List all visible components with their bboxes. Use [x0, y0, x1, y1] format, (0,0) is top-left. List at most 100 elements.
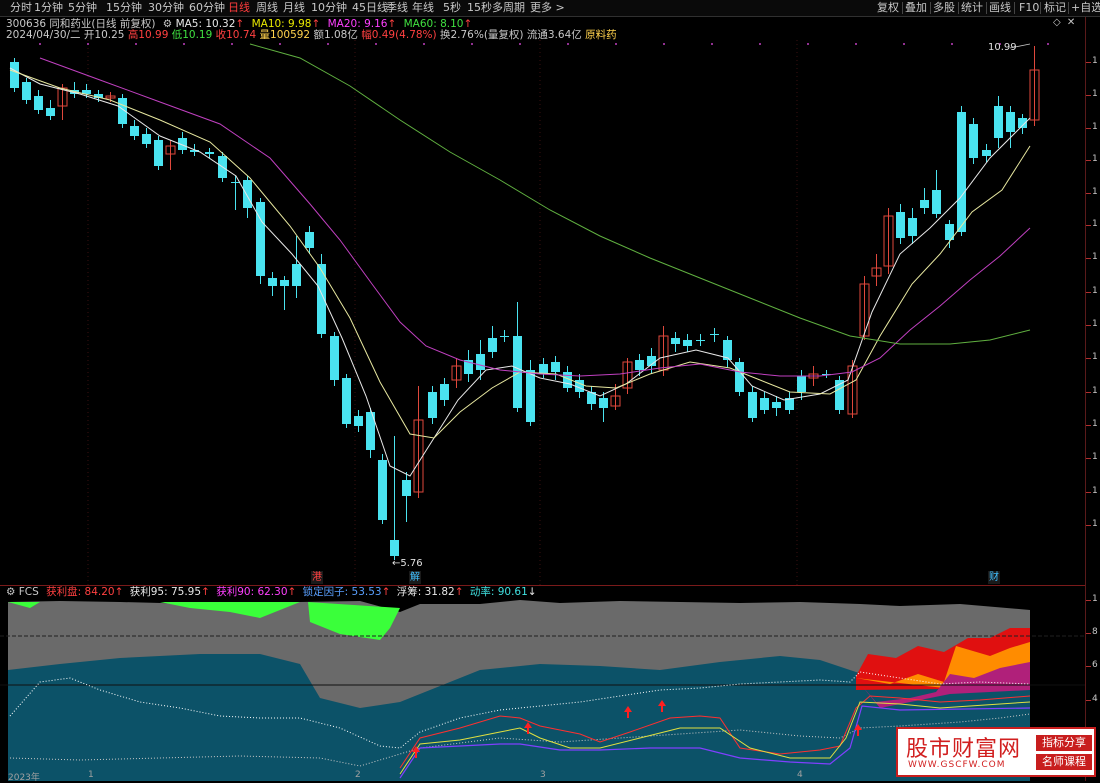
candlestick-chart[interactable]	[0, 40, 1085, 585]
tab-fenshi[interactable]: 分时	[10, 1, 32, 15]
scale-tick	[1086, 95, 1091, 96]
tab-5sec[interactable]: 5秒	[443, 1, 461, 15]
candle-body-down	[154, 140, 163, 166]
ind-scale-tick-label: 6	[1092, 660, 1098, 670]
tab-5min[interactable]: 5分钟	[68, 1, 97, 15]
mark-button[interactable]: 标记	[1044, 1, 1066, 15]
indicator-name[interactable]: FCS	[19, 586, 39, 598]
ind-scale-tick-label: 4	[1092, 694, 1098, 704]
candle-body-down	[330, 336, 339, 380]
dividend-dot	[951, 43, 953, 45]
ind-scale-tick-label: 8	[1092, 627, 1098, 637]
restore-rights-button[interactable]: 复权	[877, 1, 899, 15]
tab-weekly[interactable]: 周线	[256, 1, 278, 15]
f10-button[interactable]: F10	[1019, 1, 1039, 15]
candle-body-down	[402, 480, 411, 496]
x-axis-label-m1: 1	[88, 770, 94, 780]
x-axis-label-m2: 2	[355, 770, 361, 780]
lock-factor-label: 锁定因子: 53.53	[302, 586, 382, 598]
candle-body-down	[342, 378, 351, 424]
candle-body-down	[599, 398, 608, 408]
dividend-dot	[423, 43, 425, 45]
dividend-dot	[903, 43, 905, 45]
period-toolbar: 分时 1分钟 5分钟 15分钟 30分钟 60分钟 日线 周线 月线 10分钟 …	[0, 0, 1100, 17]
dividend-dot	[87, 43, 89, 45]
dividend-dot	[663, 43, 665, 45]
scale-tick	[1086, 292, 1091, 293]
tab-15sec[interactable]: 15秒	[467, 1, 492, 15]
dividend-dot	[567, 43, 569, 45]
ind-scale-tick-label: 1	[1092, 594, 1098, 604]
diamond-icon[interactable]: ◇	[1053, 17, 1061, 28]
tab-60min[interactable]: 60分钟	[189, 1, 225, 15]
multi-stock-button[interactable]: 多股	[933, 1, 955, 15]
scale-tick	[1086, 458, 1091, 459]
scale-tick-label: 1	[1092, 352, 1098, 362]
scale-tick-label: 1	[1092, 89, 1098, 99]
candle-body-down	[488, 338, 497, 352]
candle-body-down	[10, 62, 19, 88]
unlock-mark[interactable]: 解	[409, 571, 421, 584]
candle-body-down	[354, 416, 363, 426]
tab-multi-period[interactable]: 多周期	[492, 1, 525, 15]
low-price-label: ←5.76	[392, 558, 423, 569]
candle-body-down	[268, 278, 277, 286]
dividend-dot	[519, 43, 521, 45]
candle-body-down	[551, 362, 560, 372]
tab-more[interactable]: 更多 >	[530, 1, 565, 15]
scale-tick-label: 1	[1092, 286, 1098, 296]
candle-body-down	[710, 334, 719, 335]
candle-body-down	[34, 96, 43, 110]
draw-line-button[interactable]: 画线	[989, 1, 1011, 15]
tab-daily[interactable]: 日线	[228, 1, 250, 15]
scale-tick-label: 1	[1092, 252, 1098, 262]
tab-quarterly[interactable]: 季线	[386, 1, 408, 15]
candle-body-down	[896, 212, 905, 238]
tab-monthly[interactable]: 月线	[283, 1, 305, 15]
financial-report-mark[interactable]: 财	[988, 571, 1000, 584]
ma20-line	[39, 57, 1031, 377]
candle-body-down	[22, 82, 31, 100]
indicator-settings-icon[interactable]: ⚙	[6, 586, 15, 598]
scale-tick-label: 1	[1092, 56, 1098, 66]
scale-tick	[1086, 62, 1091, 63]
close-icon[interactable]: ✕	[1067, 17, 1075, 28]
candle-body-down	[280, 280, 289, 286]
scale-tick	[1086, 525, 1091, 526]
price-scale: 1 1 1 1 1 1 1 1 1 1 1 1 1 1 1 1 8 6 4	[1085, 17, 1100, 781]
tab-yearly[interactable]: 年线	[412, 1, 434, 15]
ind-scale-tick	[1086, 600, 1091, 601]
dividend-dot	[231, 43, 233, 45]
candle-body-down	[130, 126, 139, 136]
profit-plate-label: 获利盘: 84.20	[46, 586, 115, 598]
overlay-button[interactable]: 叠加	[905, 1, 927, 15]
statistics-button[interactable]: 统计	[961, 1, 983, 15]
dividend-dot	[759, 43, 761, 45]
hk-connect-mark[interactable]: 港	[311, 571, 323, 584]
tab-45day[interactable]: 45日线	[352, 1, 388, 15]
tab-30min[interactable]: 30分钟	[148, 1, 184, 15]
x-axis-label-m3: 3	[540, 770, 546, 780]
candle-body-down	[932, 190, 941, 214]
dividend-dot	[1047, 43, 1049, 45]
dividend-dot	[711, 43, 713, 45]
dividend-dot	[327, 43, 329, 45]
dividend-dot	[135, 43, 137, 45]
add-favorite-button[interactable]: +自选	[1071, 1, 1100, 15]
candle-body-down	[231, 182, 240, 183]
scale-tick-label: 1	[1092, 452, 1098, 462]
candle-body-down	[635, 360, 644, 370]
tab-1min[interactable]: 1分钟	[34, 1, 63, 15]
tab-15min[interactable]: 15分钟	[106, 1, 142, 15]
x-axis-label-m4: 4	[797, 770, 803, 780]
candle-body-down	[500, 336, 509, 337]
tab-10min[interactable]: 10分钟	[311, 1, 347, 15]
candle-body-down	[205, 152, 214, 154]
candle-body-down	[317, 264, 326, 334]
candle-body-down	[476, 354, 485, 370]
scale-tick-label: 1	[1092, 386, 1098, 396]
candle-body-down	[243, 180, 252, 208]
scale-tick-label: 1	[1092, 519, 1098, 529]
indicator-header: ⚙ FCS 获利盘: 84.20↑ 获利95: 75.95↑ 获利90: 62.…	[6, 586, 537, 598]
panel-controls: ◇ ✕	[1053, 17, 1083, 31]
